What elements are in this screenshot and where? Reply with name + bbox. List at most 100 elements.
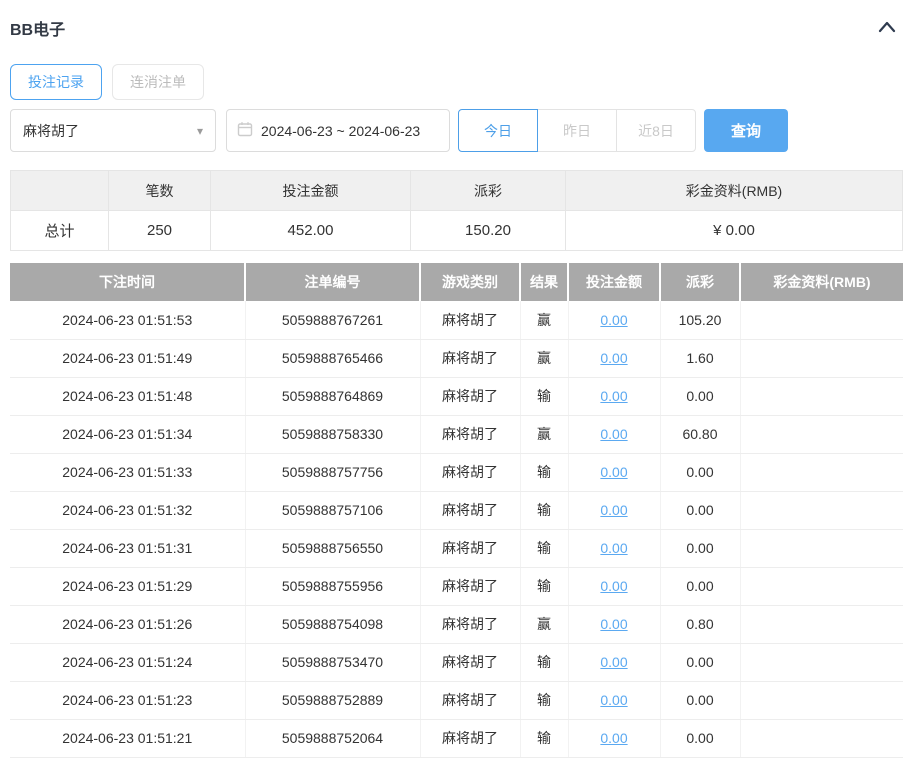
cell-order-no: 5059888755956 bbox=[245, 567, 421, 606]
bet-amount-link[interactable]: 0.00 bbox=[600, 692, 627, 708]
cell-game-type: 麻将胡了 bbox=[420, 415, 521, 454]
cell-bonus bbox=[740, 301, 903, 340]
cell-order-no: 5059888754098 bbox=[245, 605, 421, 644]
cell-game-type: 麻将胡了 bbox=[420, 605, 521, 644]
summary-total-row: 总计 250 452.00 150.20 ¥ 0.00 bbox=[10, 210, 903, 251]
search-button[interactable]: 查询 bbox=[704, 109, 788, 152]
tab-cancelled-orders[interactable]: 连消注单 bbox=[112, 64, 204, 100]
cell-bet-time: 2024-06-23 01:51:48 bbox=[10, 377, 246, 416]
summary-header-payout: 派彩 bbox=[410, 170, 566, 211]
tab-betting-records[interactable]: 投注记录 bbox=[10, 64, 102, 100]
bet-amount-link[interactable]: 0.00 bbox=[600, 426, 627, 442]
cell-order-no: 5059888764869 bbox=[245, 377, 421, 416]
table-row: 2024-06-23 01:51:31 5059888756550 麻将胡了 输… bbox=[10, 529, 903, 568]
summary-total-bonus: ¥ 0.00 bbox=[565, 210, 903, 251]
cell-result: 赢 bbox=[520, 339, 569, 378]
cell-bonus bbox=[740, 491, 903, 530]
cell-result: 赢 bbox=[520, 415, 569, 454]
table-row: 2024-06-23 01:51:23 5059888752889 麻将胡了 输… bbox=[10, 681, 903, 720]
cell-order-no: 5059888752889 bbox=[245, 681, 421, 720]
cell-bonus bbox=[740, 719, 903, 758]
cell-bet-time: 2024-06-23 01:51:21 bbox=[10, 719, 246, 758]
cell-order-no: 5059888756550 bbox=[245, 529, 421, 568]
records-header-bet-amount: 投注金额 bbox=[567, 263, 660, 301]
cell-bet-amount: 0.00 bbox=[568, 719, 661, 758]
table-row: 2024-06-23 01:51:48 5059888764869 麻将胡了 输… bbox=[10, 377, 903, 416]
cell-order-no: 5059888757756 bbox=[245, 453, 421, 492]
cell-bet-time: 2024-06-23 01:51:29 bbox=[10, 567, 246, 606]
bet-amount-link[interactable]: 0.00 bbox=[600, 578, 627, 594]
cell-bonus bbox=[740, 605, 903, 644]
panel-header: BB电子 bbox=[0, 0, 913, 40]
cell-payout: 0.00 bbox=[660, 719, 741, 758]
cell-bonus bbox=[740, 453, 903, 492]
cell-payout: 0.80 bbox=[660, 605, 741, 644]
table-row: 2024-06-23 01:51:29 5059888755956 麻将胡了 输… bbox=[10, 567, 903, 606]
table-row: 2024-06-23 01:51:49 5059888765466 麻将胡了 赢… bbox=[10, 339, 903, 378]
cell-bet-time: 2024-06-23 01:51:31 bbox=[10, 529, 246, 568]
bet-amount-link[interactable]: 0.00 bbox=[600, 502, 627, 518]
cell-payout: 0.00 bbox=[660, 681, 741, 720]
summary-header-bonus: 彩金资料(RMB) bbox=[565, 170, 903, 211]
bet-amount-link[interactable]: 0.00 bbox=[600, 388, 627, 404]
table-row: 2024-06-23 01:51:32 5059888757106 麻将胡了 输… bbox=[10, 491, 903, 530]
summary-header-bet-amount: 投注金额 bbox=[210, 170, 411, 211]
cell-result: 输 bbox=[520, 567, 569, 606]
cell-result: 输 bbox=[520, 453, 569, 492]
date-range-picker[interactable]: 2024-06-23 ~ 2024-06-23 bbox=[226, 109, 450, 152]
cell-result: 输 bbox=[520, 719, 569, 758]
records-body: 2024-06-23 01:51:53 5059888767261 麻将胡了 赢… bbox=[10, 301, 903, 758]
records-header-row: 下注时间 注单编号 游戏类别 结果 投注金额 派彩 彩金资料(RMB) bbox=[10, 263, 903, 301]
quick-range-today[interactable]: 今日 bbox=[458, 109, 538, 152]
bet-amount-link[interactable]: 0.00 bbox=[600, 540, 627, 556]
cell-bet-amount: 0.00 bbox=[568, 529, 661, 568]
bet-amount-link[interactable]: 0.00 bbox=[600, 654, 627, 670]
cell-game-type: 麻将胡了 bbox=[420, 681, 521, 720]
records-header-payout: 派彩 bbox=[659, 263, 740, 301]
quick-range-yesterday[interactable]: 昨日 bbox=[537, 109, 617, 152]
records-header-result: 结果 bbox=[519, 263, 568, 301]
cell-game-type: 麻将胡了 bbox=[420, 453, 521, 492]
collapse-panel-button[interactable] bbox=[875, 18, 899, 39]
cell-game-type: 麻将胡了 bbox=[420, 491, 521, 530]
cell-bet-time: 2024-06-23 01:51:32 bbox=[10, 491, 246, 530]
cell-payout: 0.00 bbox=[660, 377, 741, 416]
calendar-icon bbox=[237, 121, 253, 140]
cell-result: 输 bbox=[520, 643, 569, 682]
records-header-order-no: 注单编号 bbox=[244, 263, 420, 301]
cell-bet-amount: 0.00 bbox=[568, 339, 661, 378]
cell-game-type: 麻将胡了 bbox=[420, 301, 521, 340]
cell-order-no: 5059888758330 bbox=[245, 415, 421, 454]
table-row: 2024-06-23 01:51:21 5059888752064 麻将胡了 输… bbox=[10, 719, 903, 758]
game-select-value: 麻将胡了 bbox=[23, 122, 79, 139]
cell-payout: 1.60 bbox=[660, 339, 741, 378]
bet-amount-link[interactable]: 0.00 bbox=[600, 312, 627, 328]
cell-result: 输 bbox=[520, 377, 569, 416]
cell-order-no: 5059888765466 bbox=[245, 339, 421, 378]
table-row: 2024-06-23 01:51:24 5059888753470 麻将胡了 输… bbox=[10, 643, 903, 682]
quick-range-last8days[interactable]: 近8日 bbox=[616, 109, 696, 152]
chevron-up-icon bbox=[877, 20, 897, 37]
bet-amount-link[interactable]: 0.00 bbox=[600, 350, 627, 366]
cell-game-type: 麻将胡了 bbox=[420, 339, 521, 378]
date-range-value: 2024-06-23 ~ 2024-06-23 bbox=[261, 122, 421, 139]
cell-bonus bbox=[740, 529, 903, 568]
summary-header-row: 笔数 投注金额 派彩 彩金资料(RMB) bbox=[10, 170, 903, 211]
cell-bonus bbox=[740, 681, 903, 720]
bet-amount-link[interactable]: 0.00 bbox=[600, 464, 627, 480]
cell-result: 输 bbox=[520, 491, 569, 530]
cell-payout: 0.00 bbox=[660, 643, 741, 682]
summary-header-count: 笔数 bbox=[108, 170, 211, 211]
cell-bonus bbox=[740, 643, 903, 682]
cell-bonus bbox=[740, 415, 903, 454]
cell-game-type: 麻将胡了 bbox=[420, 719, 521, 758]
cell-bonus bbox=[740, 339, 903, 378]
bet-amount-link[interactable]: 0.00 bbox=[600, 616, 627, 632]
records-table: 下注时间 注单编号 游戏类别 结果 投注金额 派彩 彩金资料(RMB) 2024… bbox=[10, 263, 903, 758]
game-select[interactable]: 麻将胡了 ▾ bbox=[10, 109, 216, 152]
bet-amount-link[interactable]: 0.00 bbox=[600, 730, 627, 746]
cell-payout: 105.20 bbox=[660, 301, 741, 340]
cell-game-type: 麻将胡了 bbox=[420, 643, 521, 682]
cell-bet-amount: 0.00 bbox=[568, 567, 661, 606]
cell-bet-amount: 0.00 bbox=[568, 415, 661, 454]
